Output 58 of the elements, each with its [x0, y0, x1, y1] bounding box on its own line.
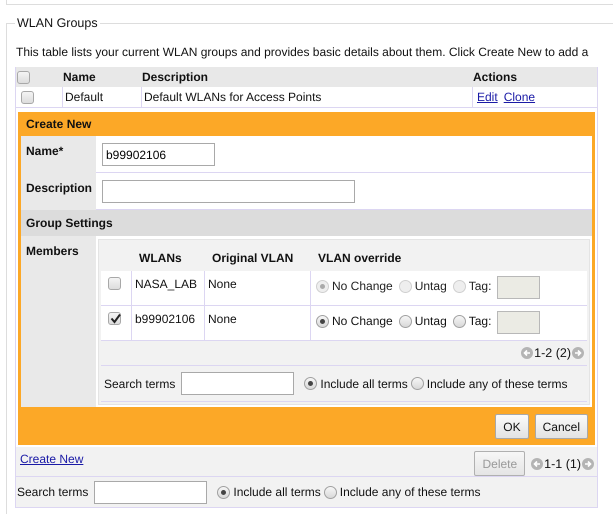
tag-field[interactable]	[497, 311, 540, 334]
next-page-icon[interactable]	[572, 347, 584, 359]
clone-link[interactable]: Clone	[504, 90, 536, 104]
group-name: Default	[62, 87, 141, 107]
radio-label: Include any of these terms	[340, 485, 480, 499]
column-header: Description	[141, 70, 210, 84]
radio-button[interactable]	[452, 315, 466, 328]
column-header: Name	[62, 70, 97, 84]
previous-page-icon[interactable]	[531, 458, 544, 470]
next-page-icon[interactable]	[582, 458, 594, 470]
section-title: WLAN Groups	[16, 16, 99, 30]
radio-label: No Change	[332, 314, 393, 328]
wlan-name: b99902106	[131, 306, 204, 340]
page-range: 1-1 (1)	[544, 457, 581, 471]
original-vlan: None	[204, 271, 310, 305]
checkbox[interactable]	[17, 71, 30, 84]
cancel-button[interactable]: Cancel	[534, 414, 588, 439]
radio-button[interactable]	[324, 486, 337, 498]
radio-label: Untag	[414, 314, 447, 328]
field-label: Members	[21, 236, 96, 407]
radio-button[interactable]	[398, 315, 412, 328]
create-new-link[interactable]: Create New	[20, 452, 84, 466]
field-label: Description	[21, 173, 96, 210]
radio-label: Include all terms	[320, 376, 408, 390]
search-field[interactable]	[181, 372, 294, 395]
radio-button[interactable]	[410, 377, 424, 390]
group-description: Default WLANs for Access Points	[141, 87, 472, 107]
radio-button[interactable]	[316, 315, 329, 328]
tag-field[interactable]	[497, 276, 540, 299]
column-header: Original VLAN	[211, 251, 294, 265]
column-header: Actions	[472, 70, 518, 84]
panel-title: Create New	[25, 116, 92, 133]
radio-button[interactable]	[304, 377, 318, 390]
column-header: VLAN override	[317, 251, 402, 265]
checkbox[interactable]	[21, 91, 34, 104]
radio-button[interactable]	[217, 486, 230, 498]
ok-button[interactable]: OK	[495, 414, 529, 439]
column-header: WLANs	[138, 251, 183, 265]
radio-label: Untag	[414, 279, 447, 293]
previous-page-icon[interactable]	[521, 347, 534, 359]
search-label: Search terms	[104, 376, 176, 390]
edit-link[interactable]: Edit	[477, 90, 498, 104]
description-field[interactable]	[102, 180, 355, 203]
page-range: 1-2 (2)	[534, 346, 571, 360]
field-label: Name*	[21, 136, 96, 173]
radio-label: No Change	[332, 279, 393, 293]
intro-text: This table lists your current WLAN groups and provides basic details about them. Click Create New to add a	[16, 45, 590, 59]
search-field[interactable]	[94, 480, 208, 504]
checkbox[interactable]	[108, 312, 121, 326]
wlan-name: NASA_LAB	[131, 271, 204, 305]
radio-label: Tag:	[468, 279, 492, 293]
radio-label: Include any of these terms	[426, 376, 568, 390]
radio-label: Include all terms	[233, 485, 321, 499]
original-vlan: None	[204, 306, 310, 340]
section-heading: Group Settings	[21, 210, 592, 236]
name-field[interactable]: b99902106	[102, 143, 215, 166]
radio-label: Tag:	[468, 314, 492, 328]
search-label: Search terms	[17, 485, 88, 499]
